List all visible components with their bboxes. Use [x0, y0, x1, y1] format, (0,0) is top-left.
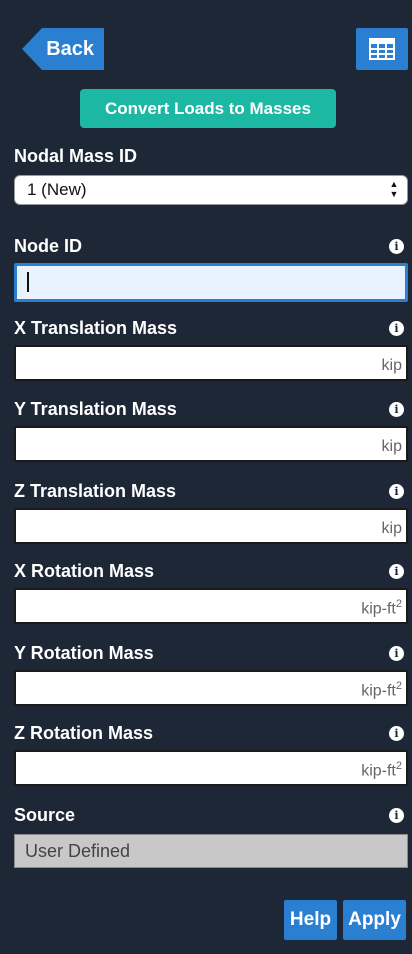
node-id-label: Node ID — [14, 236, 83, 256]
apply-button[interactable]: Apply — [343, 900, 406, 940]
y-rotation-mass-label: Y Rotation Mass — [14, 643, 154, 663]
help-button[interactable]: Help — [284, 900, 337, 940]
node-id-input[interactable] — [14, 263, 408, 302]
z-rotation-mass-input[interactable]: kip-ft2 — [14, 750, 408, 786]
z-rotation-mass-label: Z Rotation Mass — [14, 723, 154, 743]
x-rotation-mass-label: X Rotation Mass — [14, 561, 155, 581]
top-bar: Back — [0, 28, 412, 70]
info-icon[interactable]: i — [389, 239, 404, 254]
y-rotation-mass-input[interactable]: kip-ft2 — [14, 670, 408, 706]
x-translation-mass-label: X Translation Mass — [14, 318, 178, 338]
info-icon[interactable]: i — [389, 321, 404, 336]
unit-superscript: 2 — [395, 679, 402, 692]
nodal-mass-id-select[interactable]: 1 (New) ▲ ▼ — [14, 175, 408, 205]
unit-superscript: 2 — [395, 597, 402, 610]
unit-text: kip-ft — [361, 762, 396, 779]
unit-label: kip-ft2 — [361, 760, 402, 780]
source-field: User Defined — [14, 834, 408, 868]
table-grid-icon — [369, 38, 395, 60]
z-translation-mass-label: Z Translation Mass — [14, 481, 177, 501]
unit-label: kip — [381, 520, 402, 537]
table-grid-button[interactable] — [356, 28, 408, 70]
x-translation-mass-input[interactable]: kip — [14, 345, 408, 381]
unit-text: kip-ft — [361, 682, 396, 699]
nodal-mass-id-label: Nodal Mass ID — [14, 146, 138, 166]
info-icon[interactable]: i — [389, 726, 404, 741]
unit-superscript: 2 — [395, 759, 402, 772]
convert-loads-to-masses-button[interactable]: Convert Loads to Masses — [80, 89, 336, 128]
source-label: Source — [14, 805, 76, 825]
y-translation-mass-label: Y Translation Mass — [14, 399, 177, 419]
select-arrows-icon: ▲ ▼ — [389, 179, 399, 199]
info-icon[interactable]: i — [389, 402, 404, 417]
unit-label: kip-ft2 — [361, 598, 402, 618]
unit-label: kip-ft2 — [361, 680, 402, 700]
unit-label: kip — [381, 357, 402, 374]
text-caret — [27, 272, 29, 292]
info-icon[interactable]: i — [389, 808, 404, 823]
info-icon[interactable]: i — [389, 484, 404, 499]
nodal-mass-id-selected: 1 (New) — [27, 180, 87, 199]
x-rotation-mass-input[interactable]: kip-ft2 — [14, 588, 408, 624]
back-button[interactable]: Back — [22, 28, 104, 70]
info-icon[interactable]: i — [389, 646, 404, 661]
info-icon[interactable]: i — [389, 564, 404, 579]
unit-label: kip — [381, 438, 402, 455]
unit-text: kip-ft — [361, 600, 396, 617]
z-translation-mass-input[interactable]: kip — [14, 508, 408, 544]
y-translation-mass-input[interactable]: kip — [14, 426, 408, 462]
